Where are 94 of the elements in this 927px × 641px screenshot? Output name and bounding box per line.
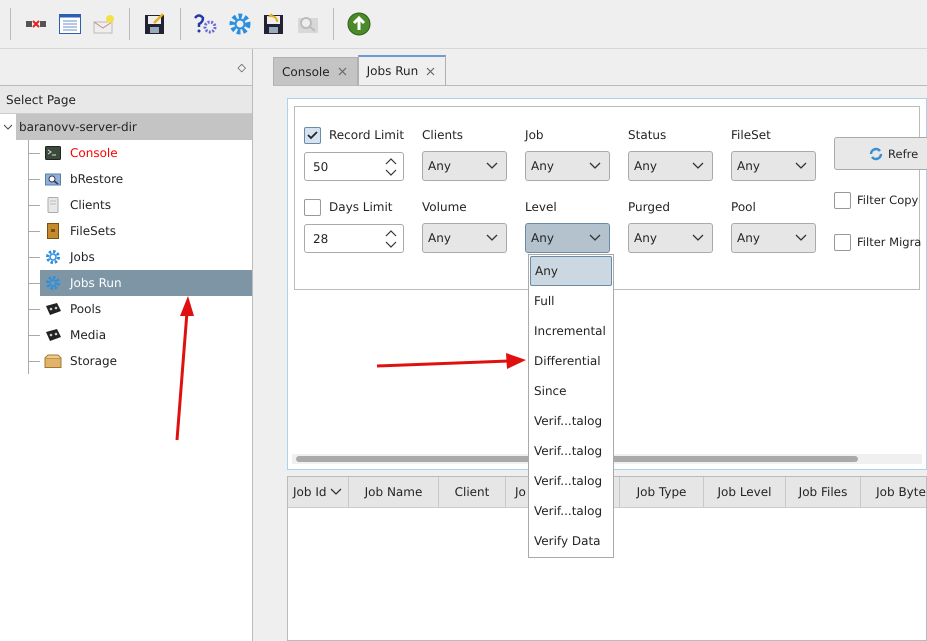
dropdown-option[interactable]: Verif...talog bbox=[530, 466, 612, 496]
dropdown[interactable]: Any bbox=[525, 151, 610, 181]
item-label: Console bbox=[70, 146, 118, 160]
check-icon bbox=[307, 130, 318, 140]
field-label: Job bbox=[525, 127, 545, 144]
refresh-button[interactable]: Refre bbox=[834, 137, 927, 170]
checkbox-label: Days Limit bbox=[329, 200, 393, 214]
column-header[interactable]: Job Files bbox=[786, 477, 861, 507]
dropdown[interactable]: Any bbox=[731, 223, 816, 253]
chevron-down-icon bbox=[692, 162, 704, 170]
tree-item[interactable]: Media bbox=[40, 322, 252, 348]
field-label: Status bbox=[628, 127, 668, 144]
item-label: Jobs Run bbox=[70, 276, 122, 290]
chevron-down-icon bbox=[692, 234, 704, 242]
column-header[interactable]: Client bbox=[439, 477, 506, 507]
checkbox[interactable] bbox=[304, 126, 321, 144]
dropdown-option[interactable]: Verify Data bbox=[530, 526, 612, 556]
item-label: Storage bbox=[70, 354, 117, 368]
list-window-icon[interactable] bbox=[59, 14, 81, 34]
folder-search-icon bbox=[45, 172, 61, 186]
tree-item[interactable]: bRestore bbox=[40, 166, 252, 192]
tape-icon bbox=[44, 328, 62, 342]
dropdown[interactable]: Any bbox=[731, 151, 816, 181]
chevron-down-icon bbox=[486, 234, 498, 242]
column-header[interactable]: Job Byte bbox=[861, 477, 927, 507]
spin-box[interactable]: 28 bbox=[304, 224, 404, 253]
column-header[interactable]: Job Level bbox=[704, 477, 786, 507]
close-icon[interactable] bbox=[338, 67, 347, 76]
field-label: Clients bbox=[422, 127, 464, 144]
floppy-undo-icon[interactable] bbox=[263, 13, 285, 35]
stepper-icon[interactable] bbox=[385, 156, 397, 176]
tree-item[interactable]: Clients bbox=[40, 192, 252, 218]
column-header[interactable]: Job Id bbox=[288, 477, 349, 507]
close-icon[interactable] bbox=[426, 66, 436, 76]
server-icon bbox=[47, 197, 59, 213]
checkbox[interactable] bbox=[834, 234, 852, 250]
dropdown-option[interactable]: Verif...talog bbox=[530, 406, 612, 436]
column-header[interactable]: Job Name bbox=[349, 477, 439, 507]
tab[interactable]: Console bbox=[273, 57, 358, 85]
item-label: Pools bbox=[70, 302, 102, 316]
field-label: Level bbox=[525, 199, 558, 216]
column-header[interactable]: Job Type bbox=[620, 477, 704, 507]
chevron-down-icon bbox=[486, 162, 498, 170]
item-label: bRestore bbox=[70, 172, 124, 186]
dropdown[interactable]: Any bbox=[628, 223, 714, 253]
dropdown[interactable]: Any bbox=[422, 223, 508, 253]
tape-icon bbox=[44, 302, 62, 316]
dropdown-option[interactable]: Full bbox=[530, 286, 612, 316]
checkbox-label: Filter Copy bbox=[857, 193, 918, 207]
chevron-down-icon bbox=[795, 162, 808, 170]
field-label: Pool bbox=[731, 199, 757, 216]
stepper-icon[interactable] bbox=[385, 228, 397, 248]
dropdown-option[interactable]: Differential bbox=[530, 346, 612, 376]
help-gear-icon[interactable] bbox=[193, 12, 219, 36]
dropdown-option[interactable]: Any bbox=[530, 256, 612, 286]
tree-item[interactable]: Storage bbox=[40, 348, 252, 374]
field-label: Purged bbox=[628, 199, 672, 216]
terminal-icon bbox=[45, 146, 61, 160]
item-label: Clients bbox=[70, 198, 111, 212]
floppy-edit-icon[interactable] bbox=[144, 13, 166, 35]
tree-item[interactable]: Pools bbox=[40, 296, 252, 322]
dropdown[interactable]: Any bbox=[422, 151, 508, 181]
cabinet-icon bbox=[47, 223, 59, 239]
chevron-down-icon bbox=[589, 162, 602, 170]
box-icon bbox=[44, 354, 62, 368]
field-label: FileSet bbox=[731, 127, 772, 144]
spin-box[interactable]: 50 bbox=[304, 152, 404, 181]
checkbox-label: Filter Migra bbox=[857, 235, 922, 249]
tree-item[interactable]: Console bbox=[40, 140, 252, 166]
dropdown-option[interactable]: Since bbox=[530, 376, 612, 406]
tree-item[interactable]: Jobs bbox=[40, 244, 252, 270]
item-label: Jobs bbox=[70, 250, 95, 264]
chevron-down-icon bbox=[589, 234, 602, 242]
gear-icon bbox=[45, 249, 61, 265]
dropdown[interactable]: Any bbox=[525, 223, 610, 253]
field-label: Volume bbox=[422, 199, 468, 216]
dropdown-option[interactable]: Verif...talog bbox=[530, 436, 612, 466]
checkbox-label: Record Limit bbox=[329, 128, 404, 142]
dropdown-option[interactable]: Verif...talog bbox=[530, 496, 612, 526]
chevron-down-icon bbox=[795, 234, 808, 242]
chevron-down-icon[interactable] bbox=[3, 124, 13, 130]
refresh-icon bbox=[869, 146, 884, 160]
item-label: FileSets bbox=[70, 224, 116, 238]
dropdown-option[interactable]: Incremental bbox=[530, 316, 612, 346]
gear-icon bbox=[45, 275, 61, 291]
item-label: Media bbox=[70, 328, 106, 342]
checkbox[interactable] bbox=[304, 198, 321, 216]
gear-icon[interactable] bbox=[228, 12, 252, 36]
dropdown[interactable]: Any bbox=[628, 151, 714, 181]
tab[interactable]: Jobs Run bbox=[358, 55, 446, 85]
checkbox[interactable] bbox=[834, 192, 852, 208]
pin-button[interactable]: ◇ bbox=[238, 60, 246, 74]
tree-item[interactable]: FileSets bbox=[40, 218, 252, 244]
panel-header: Select Page bbox=[6, 92, 76, 106]
